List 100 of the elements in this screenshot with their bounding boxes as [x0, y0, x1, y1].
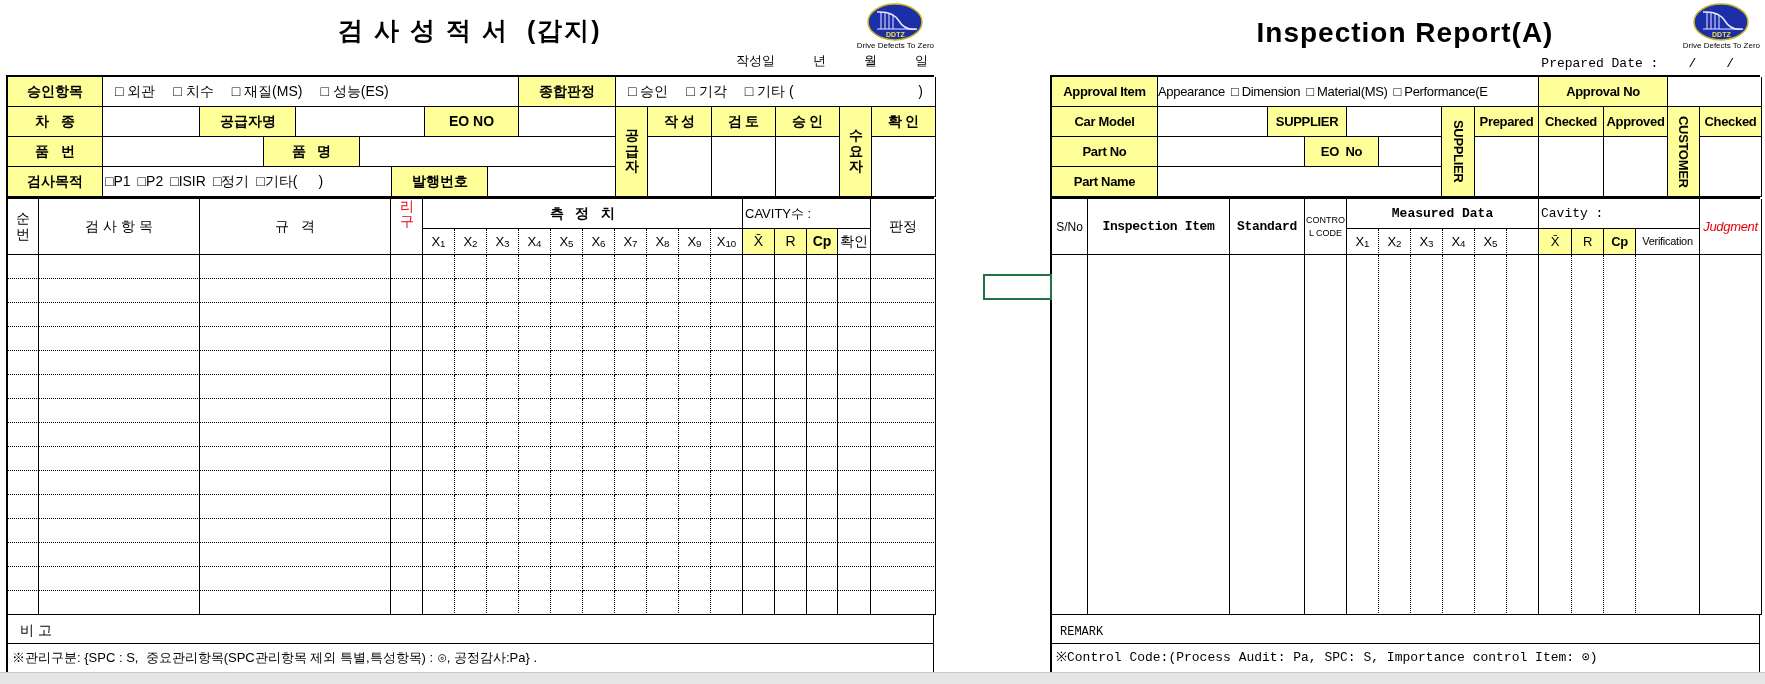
table-cell	[679, 279, 711, 303]
table-cell	[807, 399, 838, 423]
table-cell	[711, 447, 743, 471]
header-label: 작 성	[648, 107, 712, 137]
table-cell	[647, 327, 679, 351]
table-cell	[743, 423, 775, 447]
table-cell	[615, 591, 647, 615]
table-cell	[423, 375, 455, 399]
selected-cell[interactable]	[983, 274, 1052, 300]
table-cell	[583, 495, 615, 519]
column-header: X$_{6}$	[583, 229, 615, 255]
header-label: Part No	[1052, 137, 1158, 167]
header-label: SUPPLIER	[1268, 107, 1347, 137]
table-cell	[455, 351, 487, 375]
table-cell	[711, 279, 743, 303]
table-cell	[583, 399, 615, 423]
table-cell	[838, 495, 871, 519]
table-cell	[391, 543, 423, 567]
option-text: )	[918, 82, 923, 101]
table-cell	[711, 567, 743, 591]
header-label: Checked	[1539, 107, 1604, 137]
table-cell	[775, 279, 807, 303]
table-cell	[679, 423, 711, 447]
table-cell	[551, 375, 583, 399]
table-cell	[775, 447, 807, 471]
table-cell	[647, 567, 679, 591]
table-cell	[519, 399, 551, 423]
option-text: □ Material(MS)	[1306, 82, 1388, 101]
table-cell	[391, 519, 423, 543]
table-cell	[391, 375, 423, 399]
header-label: 종합판정	[519, 77, 616, 107]
table-cell	[487, 447, 519, 471]
header-label: Approved	[1604, 107, 1668, 137]
table-cell	[679, 375, 711, 399]
table-cell	[711, 399, 743, 423]
logo-tagline: Drive Defects To Zero	[856, 42, 934, 50]
table-cell	[871, 279, 936, 303]
table-cell	[743, 327, 775, 351]
table-cell	[615, 279, 647, 303]
table-cell	[775, 495, 807, 519]
table-cell	[615, 351, 647, 375]
table-cell	[679, 495, 711, 519]
table-cell	[711, 495, 743, 519]
table-cell	[583, 279, 615, 303]
table-cell	[775, 351, 807, 375]
table-cell	[519, 591, 551, 615]
table-cell	[423, 351, 455, 375]
table-cell	[551, 567, 583, 591]
table-cell	[743, 495, 775, 519]
table-cell	[615, 543, 647, 567]
date-text: 일	[915, 54, 928, 67]
column-header: 측 정 치	[423, 199, 743, 229]
table-cell	[519, 471, 551, 495]
table-cell	[711, 303, 743, 327]
table-cell	[647, 447, 679, 471]
table-cell	[551, 495, 583, 519]
option-text: □P1	[105, 172, 131, 191]
sheet-title: Inspection Report(A)	[1256, 16, 1554, 50]
remark-label: REMARK	[1060, 624, 1104, 641]
table-cell	[455, 519, 487, 543]
column-header: R	[775, 229, 807, 255]
table-cell	[838, 423, 871, 447]
logo-emblem	[867, 3, 924, 41]
table-cell	[519, 543, 551, 567]
table-cell	[423, 255, 455, 279]
table-cell	[519, 423, 551, 447]
header-label: 품 번	[8, 137, 103, 167]
table-cell	[807, 591, 838, 615]
table-cell	[583, 327, 615, 351]
table-cell	[711, 591, 743, 615]
table-cell	[519, 279, 551, 303]
table-cell	[838, 567, 871, 591]
table-cell	[615, 303, 647, 327]
table-cell	[423, 303, 455, 327]
table-cell	[551, 399, 583, 423]
table-cell	[711, 255, 743, 279]
table-cell	[487, 567, 519, 591]
table-cell	[519, 303, 551, 327]
table-cell	[647, 255, 679, 279]
table-cell	[775, 591, 807, 615]
column-header: X$_{4}$	[519, 229, 551, 255]
table-cell	[551, 423, 583, 447]
header-label: Approval No	[1539, 77, 1668, 107]
table-cell	[455, 543, 487, 567]
table-cell	[743, 279, 775, 303]
option-text: □기타(	[256, 172, 298, 191]
option-text: □ 기각	[686, 82, 727, 101]
table-cell	[679, 327, 711, 351]
table-cell	[807, 327, 838, 351]
table-cell	[455, 471, 487, 495]
table-cell	[807, 255, 838, 279]
table-cell	[391, 399, 423, 423]
table-cell	[583, 471, 615, 495]
table-cell	[743, 351, 775, 375]
table-cell	[743, 519, 775, 543]
table-cell	[423, 519, 455, 543]
header-label: EO NO	[425, 107, 519, 137]
table-cell	[807, 495, 838, 519]
table-cell	[455, 495, 487, 519]
table-cell	[647, 519, 679, 543]
